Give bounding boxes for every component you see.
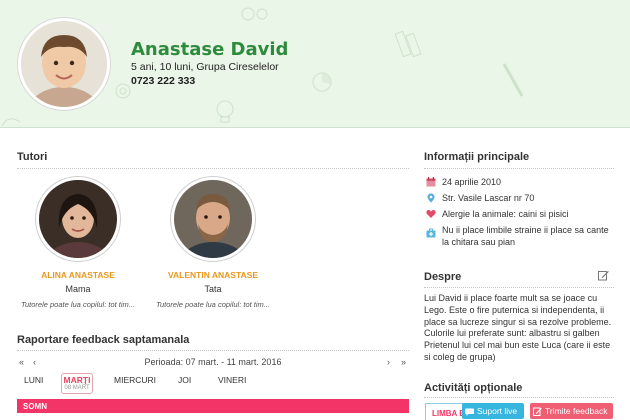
divider <box>424 168 614 169</box>
guardian-name: ALINA ANASTASE <box>41 270 115 280</box>
edit-feedback-icon <box>533 407 542 417</box>
main-info-title: Informații principale <box>424 151 530 163</box>
guardian-card[interactable]: VALENTIN ANASTASE Tata Tutorele poate lu… <box>153 177 273 309</box>
allergy-heart-icon <box>426 210 436 218</box>
decorative-doodle-icon <box>216 100 234 123</box>
decorative-doodle-icon <box>395 30 422 58</box>
decorative-doodle-icon <box>502 63 524 97</box>
day-tab-miercuri[interactable]: MIERCURI <box>114 375 156 385</box>
sleep-section-bar[interactable]: SOMN <box>17 399 409 413</box>
child-photo-icon <box>21 21 107 107</box>
guardian-pickup-note: Tutorele poate lua copilul: tot tim... <box>20 300 136 309</box>
preferences-note: Nu ii place limbile straine ii place sa … <box>442 225 609 247</box>
divider <box>424 287 614 288</box>
day-tab-marti[interactable]: MARȚI 08 MART <box>61 373 93 394</box>
divider <box>17 350 409 351</box>
period-navigation: « ‹ Perioada: 07 mart. - 11 mart. 2016 ›… <box>17 357 409 369</box>
weekly-feedback-title: Raportare feedback saptamanala <box>17 334 190 346</box>
guardian-pickup-note: Tutorele poate lua copilul: tot tim... <box>155 300 271 309</box>
optional-activity-label: LIMBA E <box>432 409 465 418</box>
live-support-button[interactable]: Suport live <box>462 403 524 419</box>
day-tab-date: 08 MART <box>64 385 90 391</box>
divider <box>17 168 409 169</box>
guardian-role: Tata <box>204 284 222 294</box>
live-support-label: Suport live <box>477 406 518 416</box>
guardian-photo-icon <box>174 180 252 258</box>
profile-header: Anastase David 5 ani, 10 luni, Grupa Cir… <box>0 0 630 128</box>
child-age-group: 5 ani, 10 luni, Grupa Cireselelor <box>131 61 279 73</box>
day-tab-luni[interactable]: LUNI <box>24 375 43 385</box>
calendar-icon <box>426 177 436 187</box>
allergy: Alergie la animale: caini si pisici <box>442 209 569 219</box>
guardians-title: Tutori <box>17 151 48 163</box>
guardian-name: VALENTIN ANASTASE <box>167 270 259 280</box>
day-tab-label: MARȚI <box>63 375 91 385</box>
divider <box>424 397 614 398</box>
day-tab-vineri[interactable]: VINERI <box>218 375 246 385</box>
child-name: Anastase David <box>131 39 289 60</box>
day-tab-joi[interactable]: JOI <box>178 375 191 385</box>
location-pin-icon <box>427 193 435 203</box>
child-phone: 0723 222 333 <box>131 75 196 87</box>
optional-activities-title: Activități opționale <box>424 382 523 394</box>
guardian-role: Mama <box>65 284 91 294</box>
child-avatar <box>18 18 110 110</box>
last-week-button[interactable]: » <box>401 357 406 367</box>
chat-bubble-icon <box>465 408 474 416</box>
about-title: Despre <box>424 271 462 283</box>
guardian-avatar <box>171 177 255 261</box>
guardian-card[interactable]: ALINA ANASTASE Mama Tutorele poate lua c… <box>18 177 138 309</box>
guardian-avatar <box>36 177 120 261</box>
send-feedback-label: Trimite feedback <box>545 406 608 416</box>
guardian-photo-icon <box>39 180 117 258</box>
birthday: 24 aprilie 2010 <box>442 177 502 187</box>
next-week-button[interactable]: › <box>387 357 390 367</box>
period-label: Perioada: 07 mart. - 11 mart. 2016 <box>144 357 282 367</box>
decorative-doodle-icon <box>241 7 268 21</box>
decorative-doodle-icon <box>312 72 332 92</box>
edit-icon[interactable] <box>598 270 609 281</box>
medical-kit-icon <box>426 228 436 238</box>
send-feedback-button[interactable]: Trimite feedback <box>530 403 613 419</box>
about-text: Lui David ii place foarte mult sa se joa… <box>424 293 612 362</box>
address: Str. Vasile Lascar nr 70 <box>442 193 535 203</box>
decorative-doodle-icon <box>1 118 21 127</box>
